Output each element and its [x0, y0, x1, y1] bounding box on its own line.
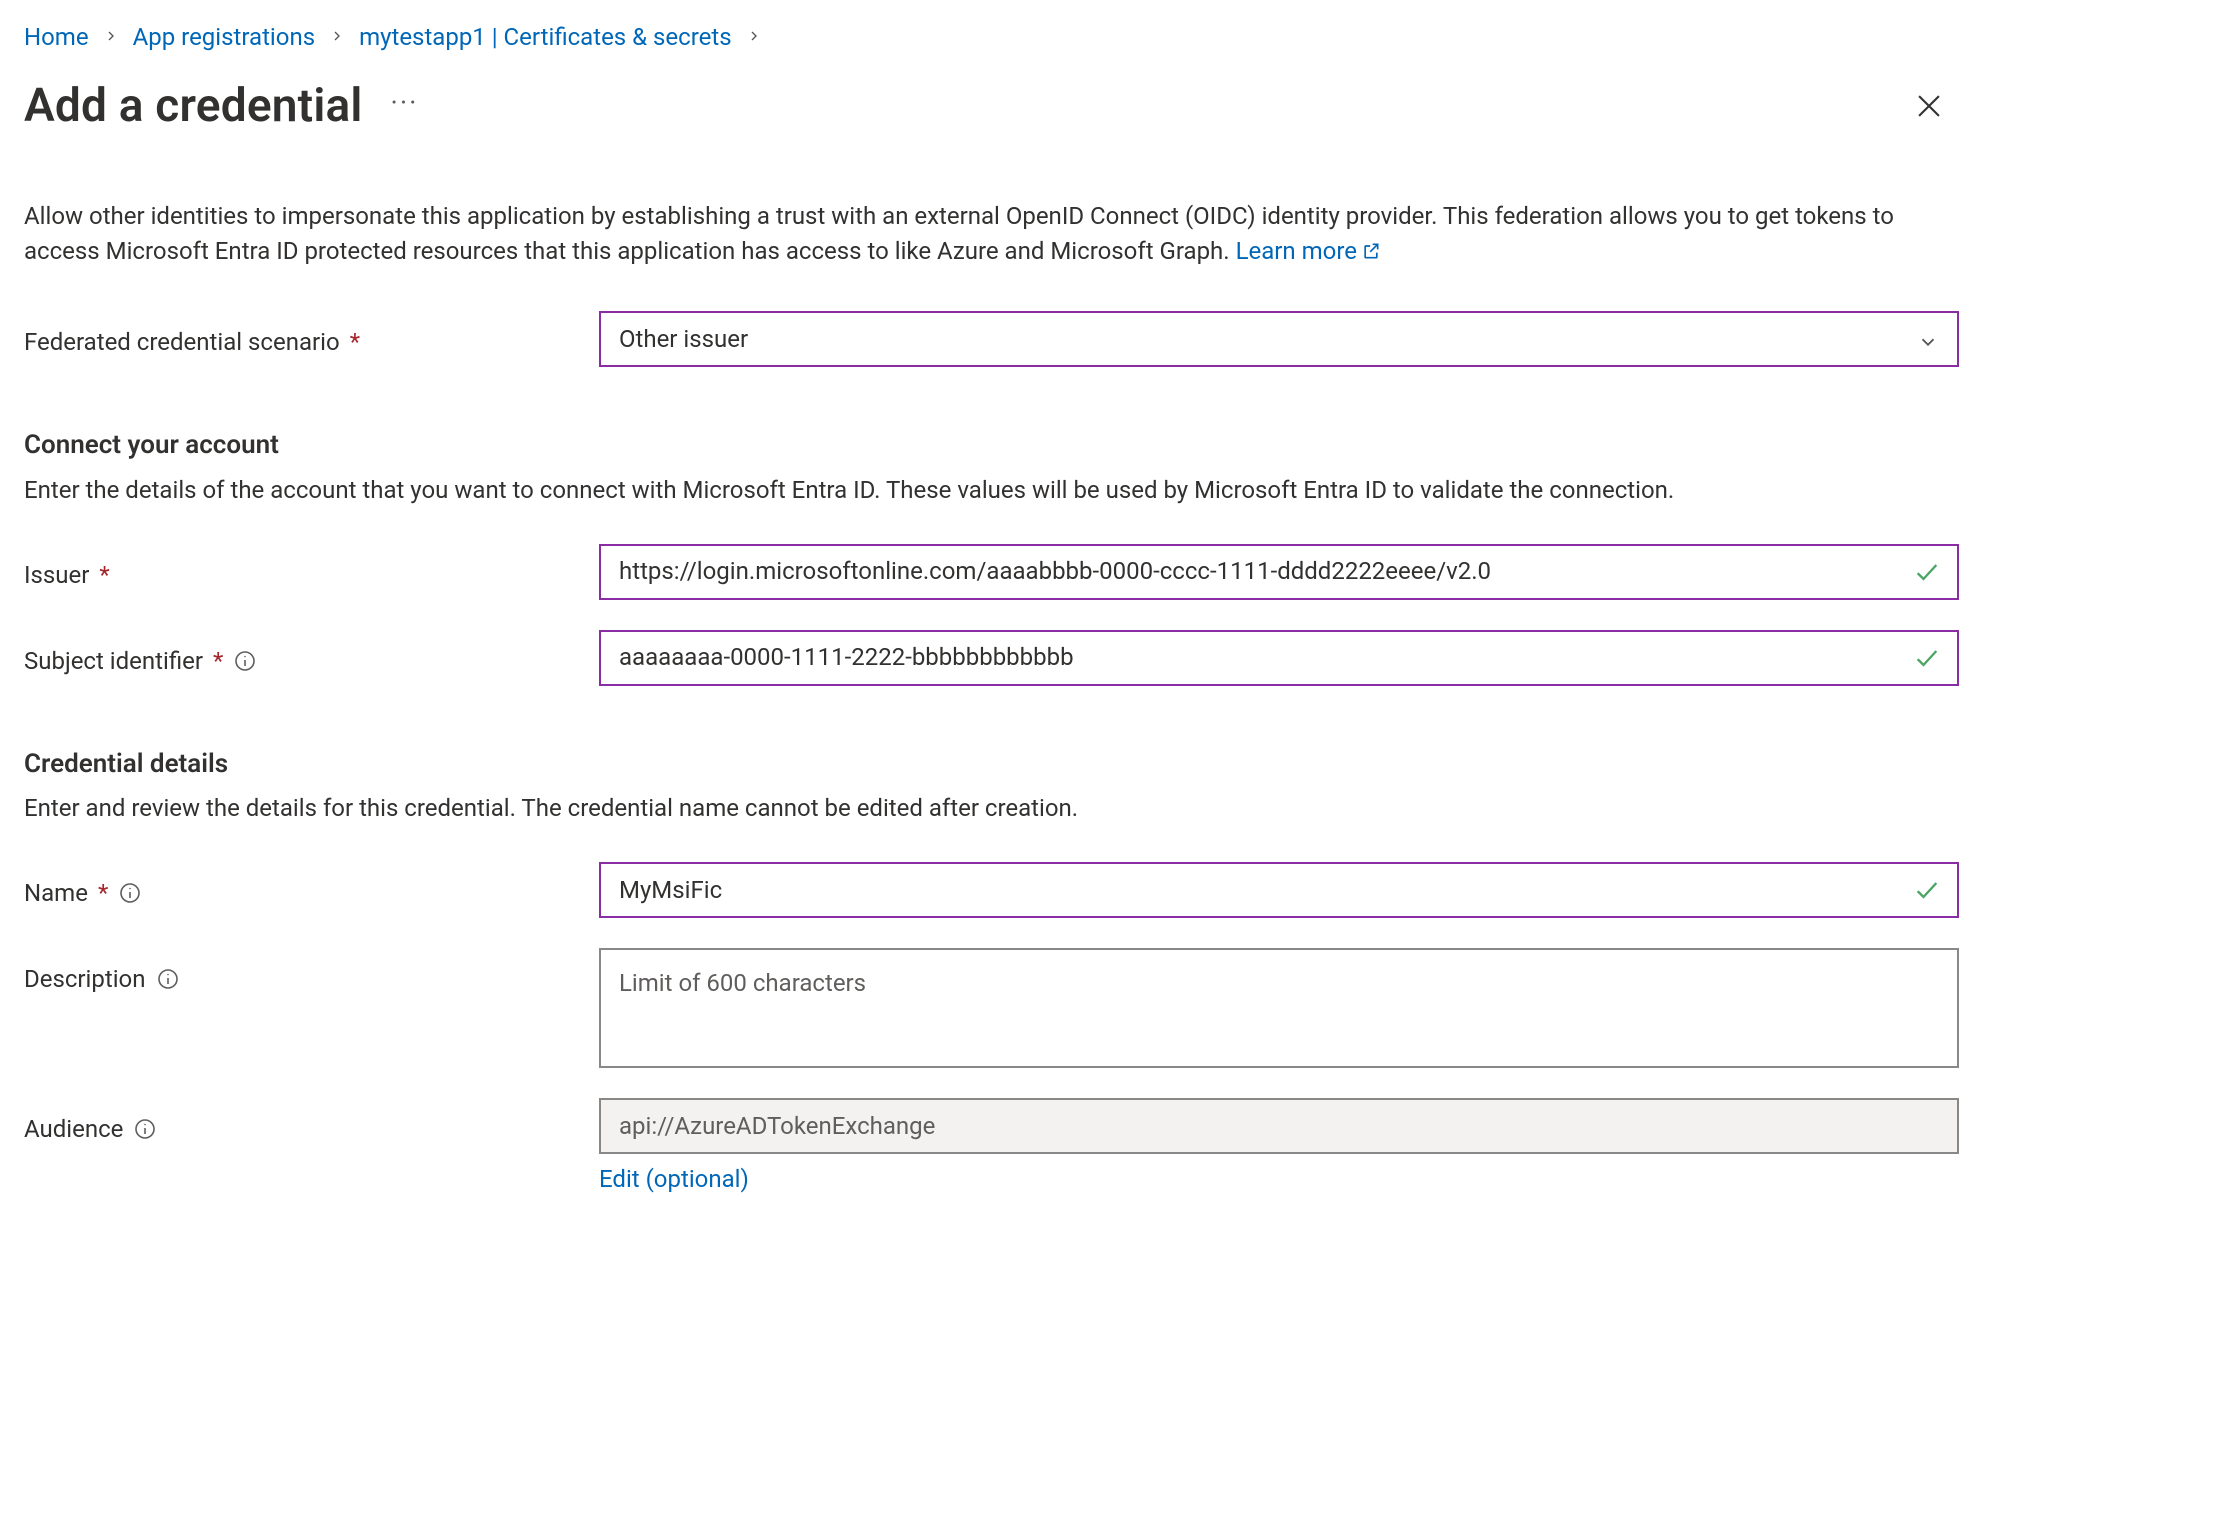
connect-subtext: Enter the details of the account that yo…: [24, 473, 1964, 508]
external-link-icon: [1361, 236, 1381, 271]
breadcrumb-app-registrations[interactable]: App registrations: [133, 20, 315, 55]
info-icon[interactable]: [156, 967, 180, 991]
details-subtext: Enter and review the details for this cr…: [24, 791, 1964, 826]
chevron-down-icon: [1917, 328, 1939, 350]
name-input[interactable]: [619, 873, 1901, 908]
audience-readonly: api://AzureADTokenExchange: [599, 1098, 1959, 1154]
required-indicator: *: [350, 325, 360, 360]
page-title: Add a credential: [24, 73, 363, 140]
issuer-input[interactable]: [619, 554, 1901, 589]
intro-text: Allow other identities to impersonate th…: [24, 199, 1964, 269]
required-indicator: *: [99, 558, 109, 593]
scenario-label: Federated credential scenario: [24, 325, 340, 360]
chevron-right-icon: [746, 23, 762, 52]
required-indicator: *: [213, 644, 223, 679]
scenario-select[interactable]: Other issuer: [599, 311, 1959, 367]
learn-more-link[interactable]: Learn more: [1236, 237, 1381, 265]
issuer-input-wrapper: [599, 544, 1959, 600]
description-label: Description: [24, 962, 146, 997]
subject-label: Subject identifier: [24, 644, 203, 679]
check-icon: [1913, 558, 1941, 586]
connect-heading: Connect your account: [24, 427, 1964, 465]
more-actions-button[interactable]: ···: [391, 89, 419, 123]
info-icon[interactable]: [133, 1117, 157, 1141]
name-label: Name: [24, 876, 88, 911]
description-textarea-wrapper: [599, 948, 1959, 1068]
scenario-selected-value: Other issuer: [619, 322, 748, 357]
audience-value: api://AzureADTokenExchange: [619, 1109, 935, 1144]
info-icon[interactable]: [118, 881, 142, 905]
breadcrumb-home[interactable]: Home: [24, 20, 89, 55]
breadcrumb: Home App registrations mytestapp1 | Cert…: [24, 20, 1964, 55]
chevron-right-icon: [103, 23, 119, 52]
check-icon: [1913, 644, 1941, 672]
breadcrumb-certificates-secrets[interactable]: mytestapp1 | Certificates & secrets: [359, 20, 732, 55]
issuer-label: Issuer: [24, 558, 89, 593]
audience-label: Audience: [24, 1112, 123, 1147]
subject-input[interactable]: [619, 640, 1901, 675]
details-heading: Credential details: [24, 746, 1964, 784]
check-icon: [1913, 876, 1941, 904]
chevron-right-icon: [329, 23, 345, 52]
audience-edit-link[interactable]: Edit (optional): [599, 1165, 749, 1193]
close-button[interactable]: [1912, 89, 1946, 123]
name-input-wrapper: [599, 862, 1959, 918]
info-icon[interactable]: [233, 649, 257, 673]
subject-input-wrapper: [599, 630, 1959, 686]
description-input[interactable]: [619, 966, 1939, 1054]
required-indicator: *: [98, 876, 108, 911]
